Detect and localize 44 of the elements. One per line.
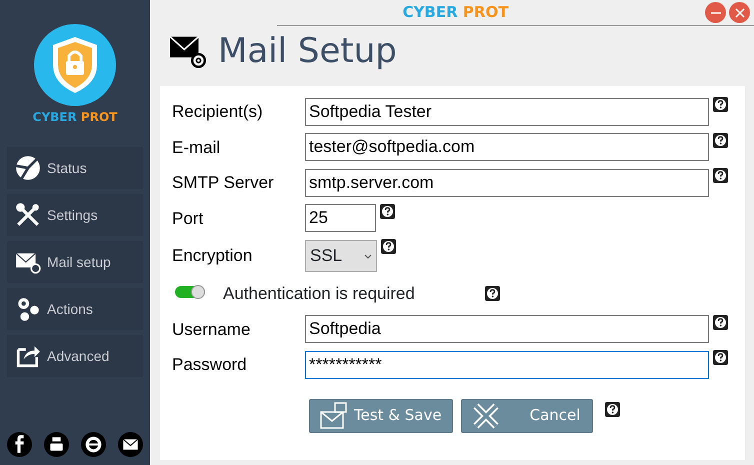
help-icon[interactable]	[604, 402, 620, 416]
action-button[interactable]: Test & Save	[309, 398, 453, 432]
facebook-icon[interactable]	[7, 432, 32, 457]
logo-text: CYBER PROT	[32, 109, 118, 126]
help-icon[interactable]	[713, 168, 728, 183]
input-field[interactable]: ***********	[305, 350, 709, 379]
help-icon[interactable]	[713, 132, 728, 148]
cancel-icon	[472, 402, 500, 430]
input-field[interactable]: 25	[305, 204, 376, 232]
caret-icon	[364, 254, 372, 258]
field-label: Password	[172, 354, 248, 376]
field-label: Username	[172, 318, 252, 340]
field-label: Recipient(s)	[172, 101, 264, 123]
field-label: SMTP Server	[172, 172, 275, 194]
field-label: E-mail	[172, 136, 222, 158]
sidebar-item[interactable]: Settings	[7, 194, 143, 236]
help-icon[interactable]	[485, 286, 500, 302]
help-icon[interactable]	[713, 314, 728, 330]
field-label: Port	[172, 208, 204, 230]
help-icon[interactable]	[713, 350, 728, 365]
sidebar-item[interactable]: Actions	[7, 288, 143, 330]
input-field[interactable]: Softpedia Tester	[305, 98, 709, 126]
field-label: Encryption	[172, 245, 254, 268]
close-icon	[734, 6, 746, 18]
pie-chart-icon	[15, 155, 41, 181]
close-button[interactable]	[729, 2, 750, 23]
page-heading: Mail Setup	[218, 30, 397, 72]
encryption-dropdown[interactable]: SSL	[305, 240, 377, 272]
input-field[interactable]: smtp.server.com	[305, 168, 709, 197]
mail-save-icon	[320, 402, 348, 430]
action-button[interactable]: Cancel	[460, 398, 593, 432]
toggle-switch[interactable]	[175, 286, 205, 298]
help-icon[interactable]	[713, 97, 728, 112]
mail-icon[interactable]	[118, 432, 143, 457]
minimize-button[interactable]	[705, 2, 726, 23]
input-field[interactable]: tester@softpedia.com	[305, 133, 709, 162]
help-icon[interactable]	[381, 239, 396, 254]
tools-icon	[15, 202, 41, 228]
input-field[interactable]: Softpedia	[305, 315, 709, 344]
toggle-label: Authentication is required	[223, 283, 416, 305]
sidebar-item[interactable]: Advanced	[7, 335, 143, 377]
sidebar-item[interactable]: Mail setup	[7, 241, 143, 283]
help-icon[interactable]	[380, 204, 395, 218]
sidebar-item[interactable]: Status	[7, 147, 143, 189]
